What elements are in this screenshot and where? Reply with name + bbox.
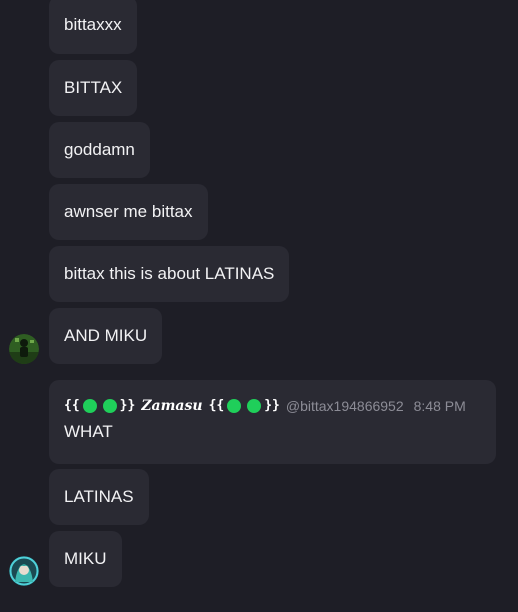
message-bubble[interactable]: bittaxxx: [49, 0, 137, 54]
message-text: bittaxxx: [64, 15, 122, 34]
message-bubble[interactable]: bittax this is about LATINAS: [49, 246, 290, 302]
message-bubble[interactable]: LATINAS: [49, 469, 149, 525]
message-bubble[interactable]: AND MIKU: [49, 308, 163, 364]
message-bubble[interactable]: goddamn: [49, 122, 150, 178]
green-circle-emoji-icon: [102, 399, 117, 413]
message-text: MIKU: [64, 549, 107, 568]
author-display-name: Zamasu: [141, 398, 203, 414]
chat-transcript: bittaxxx BITTAX goddamn awnser me bittax…: [0, 0, 518, 612]
green-circle-emoji-icon: [247, 399, 262, 413]
message-text: goddamn: [64, 140, 135, 159]
message-text: LATINAS: [64, 487, 134, 506]
miku-avatar[interactable]: [9, 556, 39, 586]
message-timestamp: 8:48 PM: [413, 398, 466, 414]
message-text: BITTAX: [64, 78, 123, 97]
message-text: AND MIKU: [64, 326, 148, 345]
avatar-image: [9, 334, 39, 364]
message-text: bittax this is about LATINAS: [64, 264, 275, 283]
author-handle[interactable]: @bittax194866952: [286, 396, 404, 416]
message-bubble-with-header[interactable]: {{ }} Zamasu {{ }} @bittax194866952 8:48…: [49, 380, 496, 464]
message-text: WHAT: [64, 422, 113, 441]
avatar-image: [9, 556, 39, 586]
green-circle-emoji-icon: [227, 399, 242, 413]
green-figure-avatar[interactable]: [9, 334, 39, 364]
message-bubble[interactable]: awnser me bittax: [49, 184, 208, 240]
message-text: awnser me bittax: [64, 202, 193, 221]
message-bubble[interactable]: MIKU: [49, 531, 122, 587]
message-bubble[interactable]: BITTAX: [49, 60, 138, 116]
green-circle-emoji-icon: [82, 399, 97, 413]
message-header: {{ }} Zamasu {{ }} @bittax194866952 8:48…: [64, 396, 481, 416]
author-name[interactable]: {{ }} Zamasu {{ }}: [64, 396, 280, 416]
